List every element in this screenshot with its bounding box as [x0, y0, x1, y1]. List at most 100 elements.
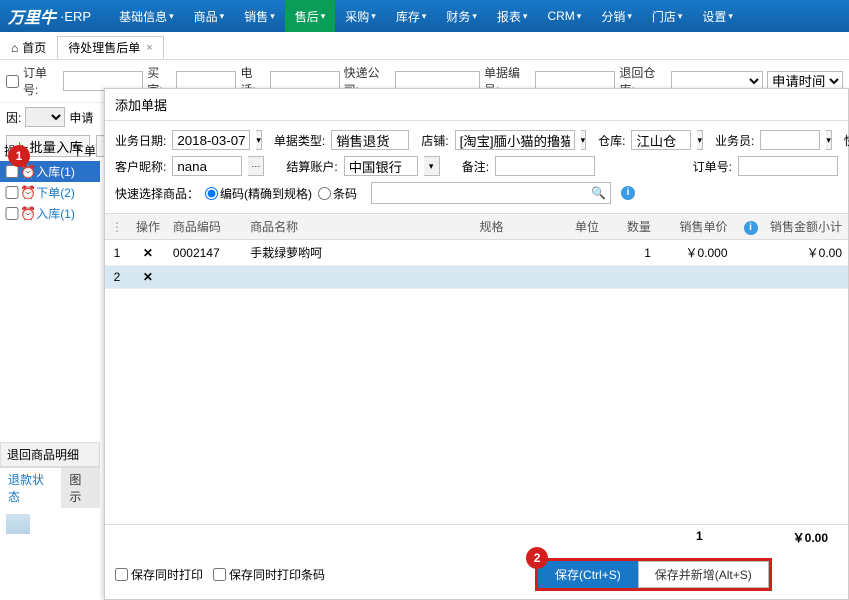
- select-all-checkbox[interactable]: [6, 75, 19, 88]
- wh-dropdown[interactable]: ▾: [697, 130, 703, 150]
- search-icon[interactable]: 🔍: [591, 186, 606, 200]
- total-amount: ￥0.00: [793, 529, 828, 546]
- shop-dropdown[interactable]: ▾: [581, 130, 587, 150]
- row-price[interactable]: [657, 266, 734, 289]
- row-unit[interactable]: [564, 240, 611, 266]
- sales-input[interactable]: [760, 130, 820, 150]
- caret-icon: ▾: [220, 11, 225, 22]
- quick-search-input[interactable]: [376, 184, 591, 202]
- row-unit[interactable]: [564, 266, 611, 289]
- bl-tab-refund[interactable]: 退款状态: [0, 468, 61, 508]
- radio-code-input[interactable]: [205, 187, 218, 200]
- sales-dropdown[interactable]: ▾: [826, 130, 832, 150]
- table-row[interactable]: 2 ✕: [105, 266, 848, 289]
- shop-input[interactable]: [455, 130, 575, 150]
- row-code[interactable]: 0002147: [167, 240, 244, 266]
- nav-store[interactable]: 门店▾: [642, 0, 693, 32]
- nav-stock[interactable]: 库存▾: [386, 0, 437, 32]
- left-row-3-link[interactable]: 入库(1): [36, 205, 75, 222]
- delete-row-icon[interactable]: ✕: [143, 270, 153, 284]
- nav-purchase[interactable]: 采购▾: [335, 0, 386, 32]
- quick-search-box: 🔍: [371, 182, 611, 204]
- print-on-save-checkbox[interactable]: [115, 568, 128, 581]
- row-spec[interactable]: [474, 266, 564, 289]
- bizdate-input[interactable]: [172, 130, 250, 150]
- callout-2: 2: [526, 547, 548, 569]
- caret-icon: ▾: [577, 11, 582, 22]
- nav-sales[interactable]: 销售▾: [234, 0, 285, 32]
- left-row-2-checkbox[interactable]: [4, 186, 20, 199]
- doctype-input[interactable]: [331, 130, 409, 150]
- settle-input[interactable]: [344, 156, 418, 176]
- bl-thumbnail[interactable]: [6, 514, 30, 534]
- caret-icon: ▾: [422, 11, 427, 22]
- row-price[interactable]: ￥0.000: [657, 240, 734, 266]
- save-button[interactable]: 保存(Ctrl+S): [538, 561, 638, 588]
- left-row-2[interactable]: ⏰ 下单(2): [0, 182, 100, 203]
- radio-group: 编码(精确到规格) 条码: [205, 185, 357, 202]
- info-icon[interactable]: i: [744, 221, 758, 235]
- total-qty: 1: [696, 529, 703, 546]
- bl-tab-image[interactable]: 图示: [61, 468, 100, 508]
- row-qty[interactable]: [610, 266, 657, 289]
- tab-home-label: 首页: [22, 39, 46, 56]
- bizdate-dropdown[interactable]: ▾: [256, 130, 262, 150]
- memo-input[interactable]: [495, 156, 595, 176]
- print-barcode-on-save[interactable]: 保存同时打印条码: [213, 566, 325, 583]
- tab-current[interactable]: 待处理售后单×: [57, 36, 163, 59]
- left-row-3[interactable]: ⏰ 入库(1): [0, 203, 100, 224]
- radio-barcode[interactable]: 条码: [318, 185, 357, 202]
- nav-crm[interactable]: CRM▾: [537, 0, 591, 32]
- cust-input[interactable]: [172, 156, 242, 176]
- close-icon[interactable]: ×: [146, 42, 152, 54]
- row-sub: ￥0.00: [764, 240, 848, 266]
- left-row-2-link[interactable]: 下单(2): [36, 184, 75, 201]
- col-code: 商品编码: [167, 213, 244, 240]
- caret-icon: ▾: [472, 11, 477, 22]
- nav-basic[interactable]: 基础信息▾: [109, 0, 184, 32]
- print-barcode-label: 保存同时打印条码: [229, 566, 325, 583]
- nav-aftersale[interactable]: 售后▾: [285, 0, 336, 32]
- wh-label: 仓库:: [598, 132, 625, 149]
- tab-home[interactable]: ⌂首页: [0, 36, 57, 59]
- cust-more[interactable]: ···: [248, 156, 264, 176]
- row-sub: [764, 266, 848, 289]
- left-header-ext: 下单: [72, 142, 96, 159]
- row-code[interactable]: [167, 266, 244, 289]
- print-on-save[interactable]: 保存同时打印: [115, 566, 203, 583]
- row-name[interactable]: [244, 266, 473, 289]
- settle-dropdown[interactable]: ▾: [424, 156, 440, 176]
- nav-dist[interactable]: 分销▾: [591, 0, 642, 32]
- cust-label: 客户昵称:: [115, 158, 166, 175]
- save-and-new-button[interactable]: 保存并新增(Alt+S): [638, 561, 769, 588]
- form-row-1: 业务日期: ▾ 单据类型: 店铺: ▾ 仓库: ▾ 业务员: ▾ 快递单号:: [105, 127, 848, 153]
- cause-select[interactable]: [25, 107, 65, 127]
- table-row[interactable]: 1 ✕ 0002147 手栽绿萝哟呵 1 ￥0.000 ￥0.00: [105, 240, 848, 266]
- settle-label: 结算账户:: [286, 158, 337, 175]
- nav-finance[interactable]: 财务▾: [436, 0, 487, 32]
- shop-label: 店铺:: [421, 132, 448, 149]
- delete-row-icon[interactable]: ✕: [143, 246, 153, 260]
- row-qty[interactable]: 1: [610, 240, 657, 266]
- left-row-3-checkbox[interactable]: [4, 207, 20, 220]
- nav-settings[interactable]: 设置▾: [692, 0, 743, 32]
- form-row-3: 快速选择商品： 编码(精确到规格) 条码 🔍 i: [105, 179, 848, 207]
- nav-report[interactable]: 报表▾: [487, 0, 538, 32]
- ord-input[interactable]: [738, 156, 838, 176]
- radio-code[interactable]: 编码(精确到规格): [205, 185, 312, 202]
- quick-label: 快速选择商品：: [115, 185, 199, 202]
- caret-icon: ▾: [678, 11, 683, 22]
- row-name[interactable]: 手栽绿萝哟呵: [244, 240, 473, 266]
- nav-purchase-label: 采购: [345, 8, 369, 25]
- print-barcode-checkbox[interactable]: [213, 568, 226, 581]
- line-items-table: ⋮ 操作 商品编码 商品名称 规格 单位 数量 销售单价 i 销售金额小计 1 …: [105, 213, 848, 289]
- row-spec[interactable]: [474, 240, 564, 266]
- radio-barcode-input[interactable]: [318, 187, 331, 200]
- ordnum-label: 订单号:: [23, 64, 59, 98]
- ship-label: 快递单号:: [844, 132, 849, 149]
- nav-stock-label: 库存: [396, 8, 420, 25]
- info-icon[interactable]: i: [621, 186, 635, 200]
- nav-goods[interactable]: 商品▾: [184, 0, 235, 32]
- wh-input[interactable]: [631, 130, 691, 150]
- left-row-1-link[interactable]: 入库(1): [36, 163, 75, 180]
